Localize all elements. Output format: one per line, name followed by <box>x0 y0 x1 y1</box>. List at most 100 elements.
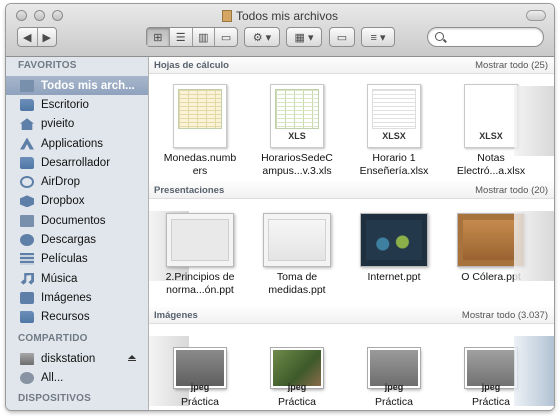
coverflow-view-button[interactable]: ▭ <box>215 28 237 46</box>
sidebar-item-pictures[interactable]: Imágenes <box>6 288 148 307</box>
section-spreadsheets: Hojas de cálculo Mostrar todo (25) Moned… <box>149 57 554 182</box>
file-name: Monedas.numb ers <box>154 152 246 178</box>
search-field[interactable] <box>427 27 544 47</box>
file-item[interactable]: Toma de medidas.ppt <box>251 199 343 297</box>
music-icon <box>20 272 34 285</box>
new-folder-button[interactable]: ▭ <box>329 27 355 47</box>
sidebar-item-movies[interactable]: Películas <box>6 250 148 269</box>
file-name-line1: Horario 1 <box>372 152 416 164</box>
file-item[interactable]: jpeg Práctica <box>251 324 343 409</box>
column-view-icon: ▥ <box>198 31 209 44</box>
sidebar-item-resources[interactable]: Recursos <box>6 308 148 327</box>
file-extension: jpeg <box>190 382 210 392</box>
presentation-items: 2.Principios de norma...ón.ppt Toma de med… <box>149 199 554 307</box>
list-view-button[interactable]: ☰ <box>170 28 193 46</box>
sidebar-item-documents[interactable]: Documentos <box>6 211 148 230</box>
sidebar-item-all-files[interactable]: Todos mis arch... <box>6 76 148 96</box>
show-all-button[interactable]: Mostrar todo (25) <box>475 60 548 71</box>
icon-view-button[interactable]: ⊞ <box>147 28 170 46</box>
sidebar-item-label: Escritorio <box>41 98 89 111</box>
show-all-button[interactable]: Mostrar todo (20) <box>475 185 548 196</box>
file-extension: jpeg <box>287 382 307 392</box>
file-item[interactable]: XLS HorariosSedeC ampus...v.3.xls <box>251 74 343 178</box>
sidebar-item-label: Descargas <box>41 234 96 247</box>
file-item[interactable]: 2.Principios de norma...ón.ppt <box>154 199 246 297</box>
sidebar-item-label: diskstation <box>41 352 96 365</box>
numbers-document-icon <box>173 84 227 148</box>
arrange-menu-button[interactable]: ▦ ▾ <box>286 27 322 47</box>
window-title-text: Todos mis archivos <box>235 9 339 23</box>
all-files-icon <box>20 79 34 92</box>
share-menu-button[interactable]: ≡ ▾ <box>361 27 395 47</box>
section-title: Presentaciones <box>154 184 225 196</box>
ppt-thumbnail <box>360 213 428 267</box>
file-name-line1: Notas <box>477 152 505 164</box>
file-extension: jpeg <box>384 382 404 392</box>
section-header: Hojas de cálculo Mostrar todo (25) <box>149 57 554 74</box>
network-globe-icon <box>20 371 34 384</box>
sidebar-item-label: All... <box>41 371 64 384</box>
file-name: Práctica <box>375 396 413 408</box>
eject-icon[interactable] <box>128 354 136 362</box>
ppt-thumbnail <box>263 213 331 267</box>
dropbox-icon <box>20 195 34 208</box>
file-name-line1: Toma de <box>276 271 318 283</box>
list-icon: ≡ ▾ <box>370 31 386 44</box>
sidebar-item-developer[interactable]: Desarrollador <box>6 153 148 172</box>
sidebar: FAVORITOS Todos mis arch... Escritorio p… <box>6 57 149 410</box>
arrange-grid-icon: ▦ ▾ <box>294 31 314 44</box>
file-name-line2: ers <box>192 165 208 177</box>
desktop-folder-icon <box>20 98 34 111</box>
sidebar-header-favorites: FAVORITOS <box>18 60 77 71</box>
sidebar-item-desktop[interactable]: Escritorio <box>6 95 148 114</box>
file-item[interactable]: jpeg Práctica <box>348 324 440 409</box>
sidebar-item-label: Documentos <box>41 214 106 227</box>
sidebar-header-shared: COMPARTIDO <box>18 332 88 344</box>
file-item[interactable]: Internet.ppt <box>348 199 440 284</box>
documents-icon <box>20 214 34 227</box>
sidebar-item-diskstation[interactable]: diskstation <box>6 349 148 368</box>
more-items-peek <box>514 336 554 406</box>
pictures-icon <box>20 291 34 304</box>
jpeg-thumbnail: jpeg <box>174 348 226 392</box>
jpeg-thumbnail: jpeg <box>368 348 420 392</box>
file-name-line2: norma...ón.ppt <box>166 284 234 296</box>
sidebar-item-label: Dropbox <box>41 195 85 208</box>
file-name-line2: ampus...v.3.xls <box>262 165 332 177</box>
sidebar-item-airdrop[interactable]: AirDrop <box>6 172 148 191</box>
network-drive-icon <box>20 352 34 365</box>
sidebar-item-label: AirDrop <box>41 176 80 189</box>
movies-icon <box>20 253 34 266</box>
airdrop-icon <box>20 176 34 189</box>
image-items: jpeg Práctica jpeg Práctica jpeg Práctic… <box>149 324 554 410</box>
back-button[interactable]: ◀ <box>18 28 38 46</box>
forward-button[interactable]: ▶ <box>38 28 57 46</box>
downloads-icon <box>20 234 34 247</box>
sidebar-item-applications[interactable]: Applications <box>6 134 148 153</box>
file-item[interactable]: jpeg Práctica <box>154 324 246 409</box>
file-name-line1: 2.Principios de <box>165 271 235 283</box>
file-item[interactable]: XLSX Horario 1 Enseñería.xlsx <box>348 74 440 178</box>
sidebar-item-music[interactable]: Música <box>6 269 148 288</box>
xlsx-document-icon: XLSX <box>367 84 421 148</box>
spreadsheet-items: Monedas.numb ers XLS HorariosSedeC ampus..… <box>149 74 554 182</box>
finder-window: Todos mis archivos ◀ ▶ ⊞ ☰ ▥ ▭ ⚙ ▾ ▦ ▾ ▭… <box>6 4 554 410</box>
section-title: Hojas de cálculo <box>154 59 229 71</box>
sidebar-item-label: Desarrollador <box>41 156 111 169</box>
sidebar-item-dropbox[interactable]: Dropbox <box>6 192 148 211</box>
column-view-button[interactable]: ▥ <box>193 28 216 46</box>
sidebar-item-downloads[interactable]: Descargas <box>6 230 148 249</box>
folder-icon <box>20 311 34 324</box>
sidebar-item-home[interactable]: pvieito <box>6 115 148 134</box>
toolbar-toggle-button[interactable] <box>526 10 546 21</box>
file-item[interactable]: Monedas.numb ers <box>154 74 246 178</box>
file-name: HorariosSedeC ampus...v.3.xls <box>251 152 343 178</box>
show-all-button[interactable]: Mostrar todo (3.037) <box>462 310 548 321</box>
search-icon <box>435 32 444 41</box>
more-items-peek <box>514 86 554 156</box>
sidebar-item-label: Applications <box>41 137 104 150</box>
sidebar-item-label: pvieito <box>41 118 75 131</box>
sidebar-item-all-shared[interactable]: All... <box>6 368 148 387</box>
action-menu-button[interactable]: ⚙ ▾ <box>244 27 280 47</box>
file-name-line1: Monedas.numb <box>163 152 237 164</box>
